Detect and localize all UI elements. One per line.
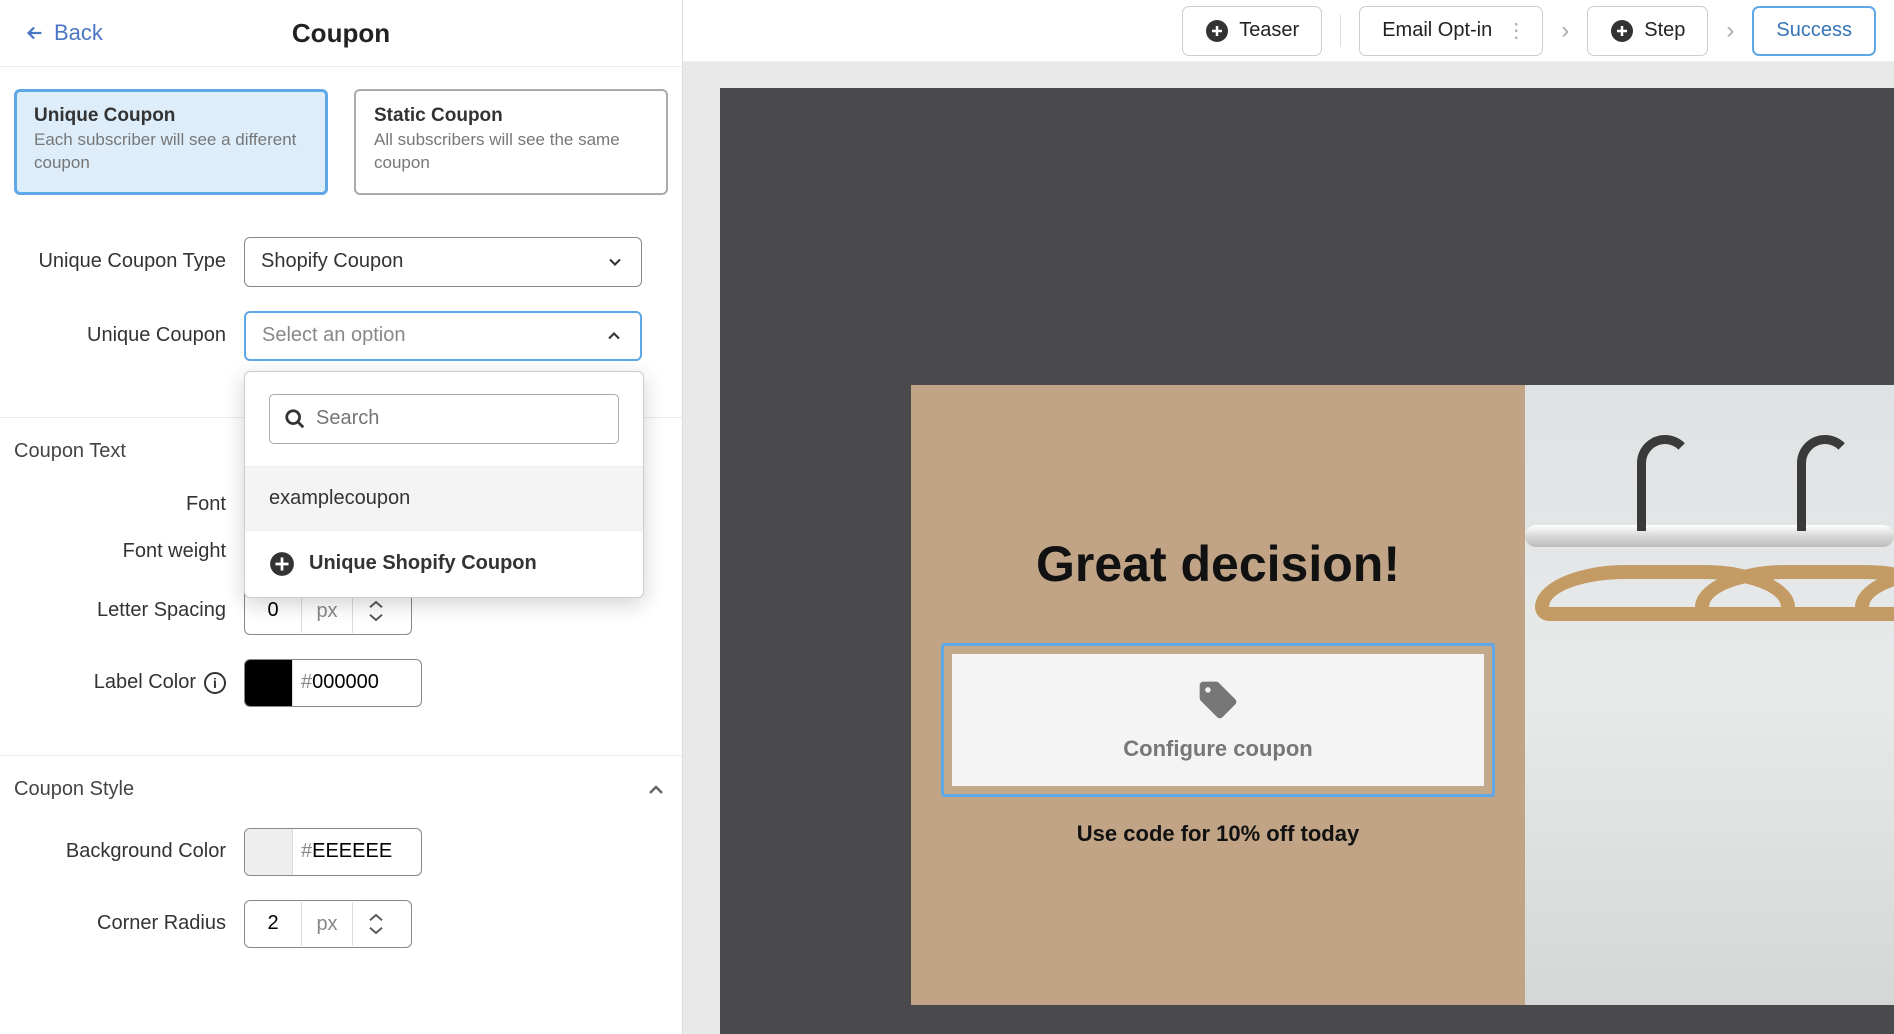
unique-coupon-placeholder: Select an option [262,324,604,347]
coupon-type-cards: Unique Coupon Each subscriber will see a… [14,89,668,195]
teaser-step[interactable]: Teaser [1182,6,1322,56]
coupon-block-selected[interactable]: Configure coupon [941,643,1495,797]
chevron-up-icon [644,778,668,802]
preview-area: Teaser Email Opt-in ⋮ › Step › Success [683,0,1894,1034]
bg-color-value[interactable] [312,840,408,863]
chevron-right-icon: › [1555,17,1575,45]
unique-coupon-dropdown: examplecoupon Unique Shopify Coupon [244,371,644,598]
back-label: Back [54,20,103,46]
coupon-block: Configure coupon [952,654,1484,786]
panel-header: Back Coupon [0,0,682,67]
coupon-style-title: Coupon Style [14,778,134,801]
corner-radius-row: Corner Radius px [14,900,668,948]
bg-color-input[interactable]: # [244,828,422,876]
unique-coupon-card[interactable]: Unique Coupon Each subscriber will see a… [14,89,328,195]
letter-spacing-label: Letter Spacing [14,599,244,622]
popup-subtitle: Use code for 10% off today [943,821,1493,847]
teaser-label: Teaser [1239,19,1299,42]
chevron-right-icon: › [1720,17,1740,45]
tag-icon [1196,678,1240,722]
coupon-placeholder-text: Configure coupon [1123,736,1312,762]
success-step[interactable]: Success [1752,6,1876,56]
coupon-style-header[interactable]: Coupon Style [14,778,668,802]
page-title: Coupon [292,18,390,49]
dropdown-search-field[interactable] [269,394,619,444]
bg-color-label: Background Color [14,840,244,863]
dropdown-search-input[interactable] [316,407,604,430]
popup-preview[interactable]: Great decision! Configure coupon Use cod… [911,385,1525,1005]
static-coupon-desc: All subscribers will see the same coupon [374,129,648,175]
info-icon[interactable]: i [204,672,226,694]
dropdown-add-label: Unique Shopify Coupon [309,552,537,575]
bg-color-swatch[interactable] [245,829,293,875]
plus-circle-icon [1610,19,1634,43]
settings-panel: Back Coupon Unique Coupon Each subscribe… [0,0,683,1034]
canvas-backdrop: Great decision! Configure coupon Use cod… [720,88,1894,1034]
unique-coupon-label: Unique Coupon [14,324,244,347]
step-label: Step [1644,19,1685,42]
unique-coupon-type-select[interactable]: Shopify Coupon [244,237,642,287]
more-icon[interactable]: ⋮ [1500,18,1532,43]
unique-coupon-type-row: Unique Coupon Type Shopify Coupon [14,237,668,287]
font-label: Font [14,493,244,516]
success-label: Success [1776,19,1852,42]
corner-radius-value[interactable] [245,912,301,935]
arrow-left-icon [24,22,46,44]
canvas: Great decision! Configure coupon Use cod… [683,62,1894,1034]
chevron-down-icon [605,252,625,272]
corner-radius-input[interactable]: px [244,900,412,948]
back-button[interactable]: Back [24,20,103,46]
popup-title: Great decision! [943,535,1493,593]
add-step[interactable]: Step [1587,6,1708,56]
chevron-up-icon [367,599,385,611]
label-color-value[interactable] [312,671,408,694]
label-color-input[interactable]: # [244,659,422,707]
plus-circle-icon [269,551,295,577]
step-bar: Teaser Email Opt-in ⋮ › Step › Success [683,0,1894,62]
unique-coupon-row: Unique Coupon Select an option [14,311,668,361]
email-optin-step[interactable]: Email Opt-in ⋮ [1359,6,1543,56]
email-optin-label: Email Opt-in [1382,19,1492,42]
chevron-up-icon [367,912,385,924]
static-coupon-card[interactable]: Static Coupon All subscribers will see t… [354,89,668,195]
hanger [1855,435,1894,755]
label-color-label: Label Color i [14,671,244,694]
label-color-swatch[interactable] [245,660,293,706]
letter-spacing-stepper[interactable] [353,599,399,623]
hash-symbol: # [293,671,312,694]
label-color-row: Label Color i # [14,659,668,707]
coupon-style-section: Coupon Style Background Color # Corner R… [0,755,682,982]
hash-symbol: # [293,840,312,863]
font-weight-label: Font weight [14,540,244,563]
separator [1340,15,1341,47]
search-icon [284,408,306,430]
corner-radius-label: Corner Radius [14,912,244,935]
unique-coupon-type-label: Unique Coupon Type [14,248,244,275]
static-coupon-title: Static Coupon [374,105,648,127]
unique-coupon-title: Unique Coupon [34,105,308,127]
dropdown-option-examplecoupon[interactable]: examplecoupon [245,466,643,530]
unique-coupon-desc: Each subscriber will see a different cou… [34,129,308,175]
dropdown-add-unique-shopify-coupon[interactable]: Unique Shopify Coupon [245,530,643,597]
corner-radius-unit: px [301,902,353,946]
chevron-up-icon [604,326,624,346]
hero-image [1525,385,1894,1005]
unique-coupon-type-value: Shopify Coupon [261,250,605,273]
letter-spacing-value[interactable] [245,599,301,622]
bg-color-row: Background Color # [14,828,668,876]
corner-radius-stepper[interactable] [353,912,399,936]
plus-circle-icon [1205,19,1229,43]
unique-coupon-select[interactable]: Select an option [244,311,642,361]
dropdown-search-wrap [245,372,643,466]
chevron-down-icon [367,924,385,936]
chevron-down-icon [367,611,385,623]
